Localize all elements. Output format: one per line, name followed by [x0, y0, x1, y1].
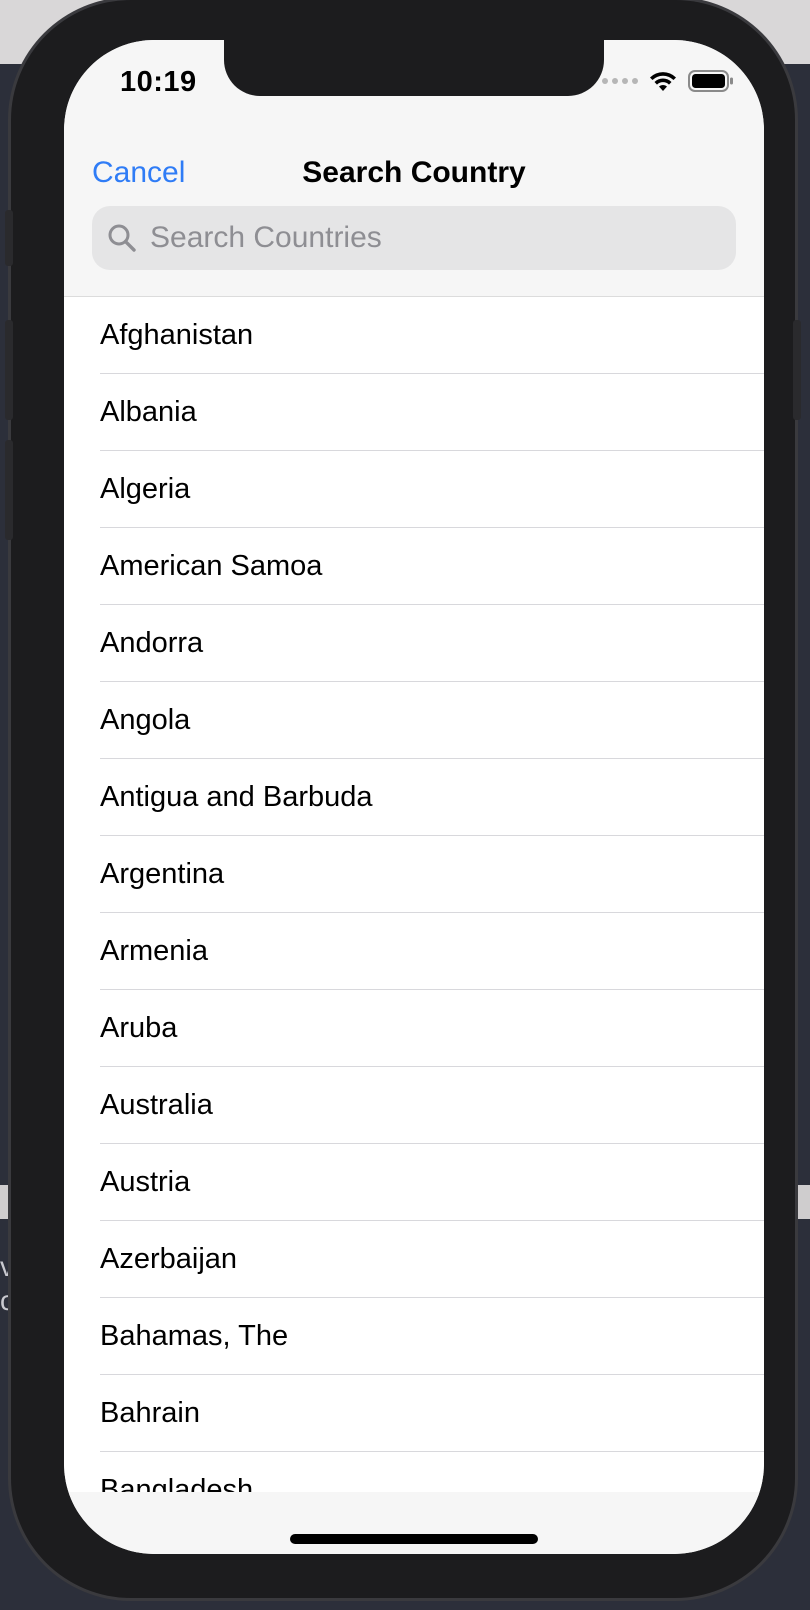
country-row[interactable]: Algeria — [100, 451, 764, 528]
country-row[interactable]: Bahrain — [100, 1375, 764, 1452]
country-row[interactable]: Antigua and Barbuda — [100, 759, 764, 836]
country-row[interactable]: Austria — [100, 1144, 764, 1221]
home-indicator-area — [64, 1492, 764, 1554]
country-name: Argentina — [100, 858, 225, 890]
cellular-signal-icon — [602, 78, 638, 84]
navigation-bar: Search Country Cancel — [64, 138, 764, 208]
country-name: Bahamas, The — [100, 1320, 289, 1352]
status-time: 10:19 — [120, 66, 197, 98]
country-row[interactable]: Armenia — [100, 913, 764, 990]
home-indicator[interactable] — [290, 1534, 538, 1544]
country-name: Aruba — [100, 1012, 178, 1044]
country-name: Austria — [100, 1166, 191, 1198]
phone-screen: 10:19 Search Country Cancel Search Count… — [64, 40, 764, 1554]
country-name: Afghanistan — [100, 319, 254, 351]
device-frame: 10:19 Search Country Cancel Search Count… — [5, 0, 801, 1598]
country-row[interactable]: Angola — [100, 682, 764, 759]
country-name: Angola — [100, 704, 191, 736]
power-button — [793, 320, 801, 420]
cancel-button[interactable]: Cancel — [92, 138, 185, 208]
country-name: Algeria — [100, 473, 191, 505]
search-bar[interactable] — [92, 206, 736, 270]
wifi-icon — [650, 72, 676, 91]
country-row[interactable]: Aruba — [100, 990, 764, 1067]
search-input[interactable] — [148, 207, 712, 269]
country-name: Armenia — [100, 935, 208, 967]
notch — [224, 40, 604, 96]
country-row[interactable]: Albania — [100, 374, 764, 451]
country-row[interactable]: Azerbaijan — [100, 1221, 764, 1298]
country-name: Australia — [100, 1089, 213, 1121]
country-name: Andorra — [100, 627, 204, 659]
country-name: Albania — [100, 396, 197, 428]
country-row[interactable]: Andorra — [100, 605, 764, 682]
battery-icon — [688, 70, 733, 92]
silent-switch — [5, 210, 13, 266]
country-list[interactable]: Afghanistan Albania Algeria American Samoa A… — [64, 297, 764, 1497]
country-name: Bahrain — [100, 1397, 200, 1429]
status-icons — [602, 68, 734, 94]
country-row[interactable]: Afghanistan — [100, 297, 764, 374]
country-row[interactable]: Australia — [100, 1067, 764, 1144]
country-name: Bangladesh — [100, 1474, 254, 1497]
search-icon — [108, 224, 136, 252]
volume-up-button — [5, 320, 13, 420]
country-row[interactable]: American Samoa — [100, 528, 764, 605]
country-row[interactable]: Argentina — [100, 836, 764, 913]
country-name: Antigua and Barbuda — [100, 781, 373, 813]
volume-down-button — [5, 440, 13, 540]
country-name: American Samoa — [100, 550, 323, 582]
country-row[interactable]: Bahamas, The — [100, 1298, 764, 1375]
country-name: Azerbaijan — [100, 1243, 238, 1275]
country-row[interactable]: Bangladesh — [100, 1452, 764, 1497]
